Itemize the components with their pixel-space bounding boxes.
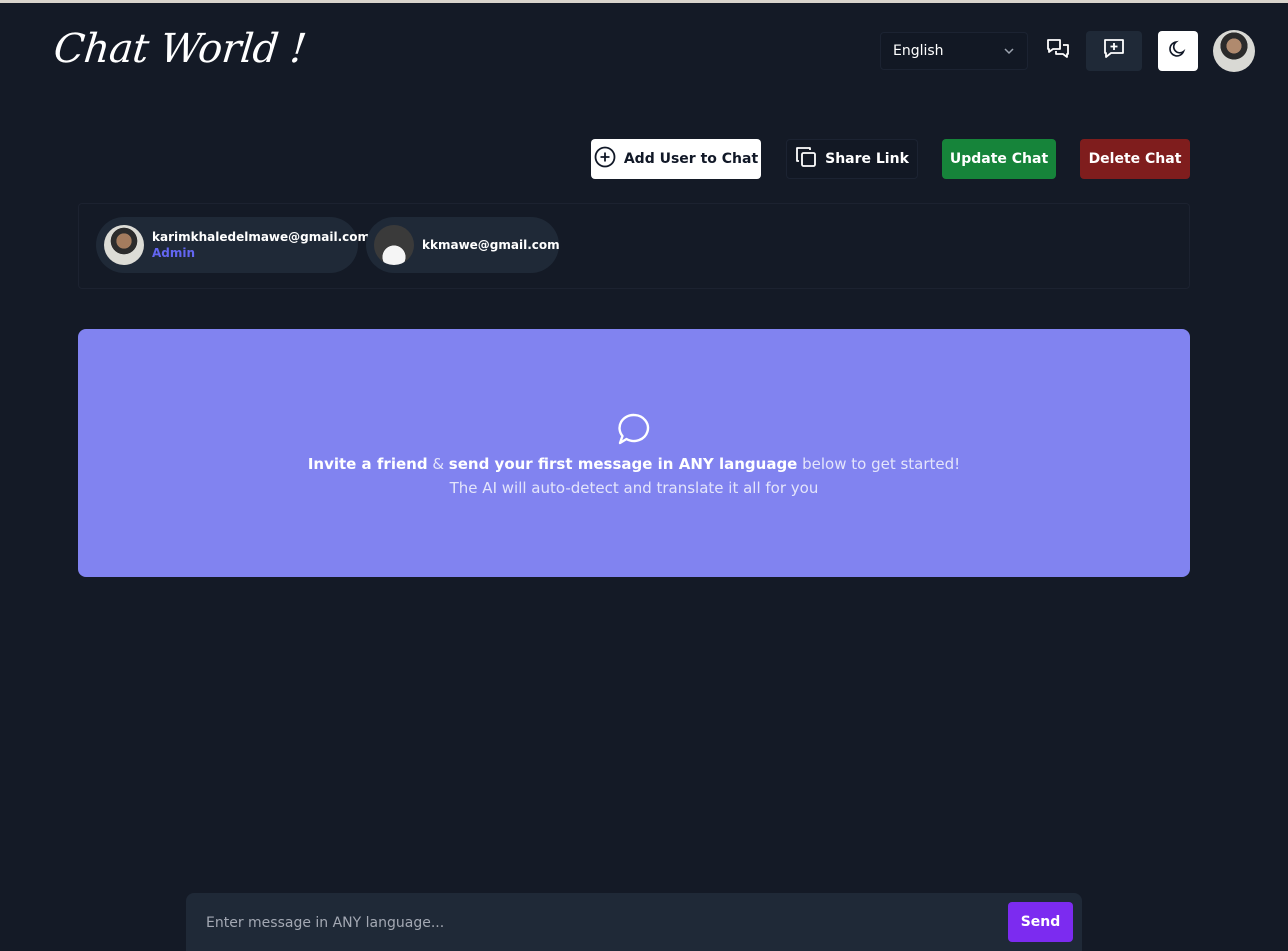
- language-selected: English: [893, 43, 944, 59]
- delete-chat-button[interactable]: Delete Chat: [1080, 139, 1190, 179]
- user-avatar[interactable]: [1213, 30, 1255, 72]
- chats-icon: [1045, 37, 1071, 65]
- top-border: [0, 0, 1288, 3]
- new-chat-button[interactable]: [1086, 31, 1142, 71]
- participant-chip: karimkhaledelmawe@gmail.com Admin: [96, 217, 370, 273]
- theme-toggle-button[interactable]: [1158, 31, 1198, 71]
- language-select[interactable]: English: [880, 32, 1028, 70]
- participant-email: kkmawe@gmail.com: [422, 238, 560, 252]
- empty-state-subtext: The AI will auto-detect and translate it…: [449, 479, 819, 497]
- message-composer: Send: [186, 893, 1082, 951]
- message-input[interactable]: [192, 902, 1018, 944]
- empty-state-headline: Invite a friend & send your first messag…: [307, 455, 961, 473]
- participant-avatar: [104, 225, 144, 265]
- copy-icon: [795, 146, 817, 172]
- moon-icon: [1168, 39, 1188, 63]
- share-link-label: Share Link: [825, 151, 909, 167]
- chevron-down-icon: [1003, 45, 1015, 58]
- empty-chat-card: Invite a friend & send your first messag…: [78, 329, 1190, 577]
- new-chat-icon: [1102, 38, 1126, 64]
- app-logo[interactable]: Chat World !: [52, 26, 309, 72]
- send-button[interactable]: Send: [1008, 902, 1073, 942]
- chat-bubble-icon: [616, 411, 652, 451]
- chats-button[interactable]: [1037, 31, 1079, 71]
- share-link-button[interactable]: Share Link: [786, 139, 918, 179]
- update-chat-button[interactable]: Update Chat: [942, 139, 1056, 179]
- participant-role: Admin: [152, 246, 196, 260]
- participants-panel: karimkhaledelmawe@gmail.com Admin kkmawe…: [78, 203, 1190, 289]
- add-user-label: Add User to Chat: [623, 151, 759, 167]
- plus-circle-icon: [594, 146, 616, 172]
- add-user-button[interactable]: Add User to Chat: [591, 139, 761, 179]
- participant-email: karimkhaledelmawe@gmail.com: [152, 230, 370, 244]
- participant-chip: kkmawe@gmail.com: [366, 217, 560, 273]
- participant-avatar: [374, 225, 414, 265]
